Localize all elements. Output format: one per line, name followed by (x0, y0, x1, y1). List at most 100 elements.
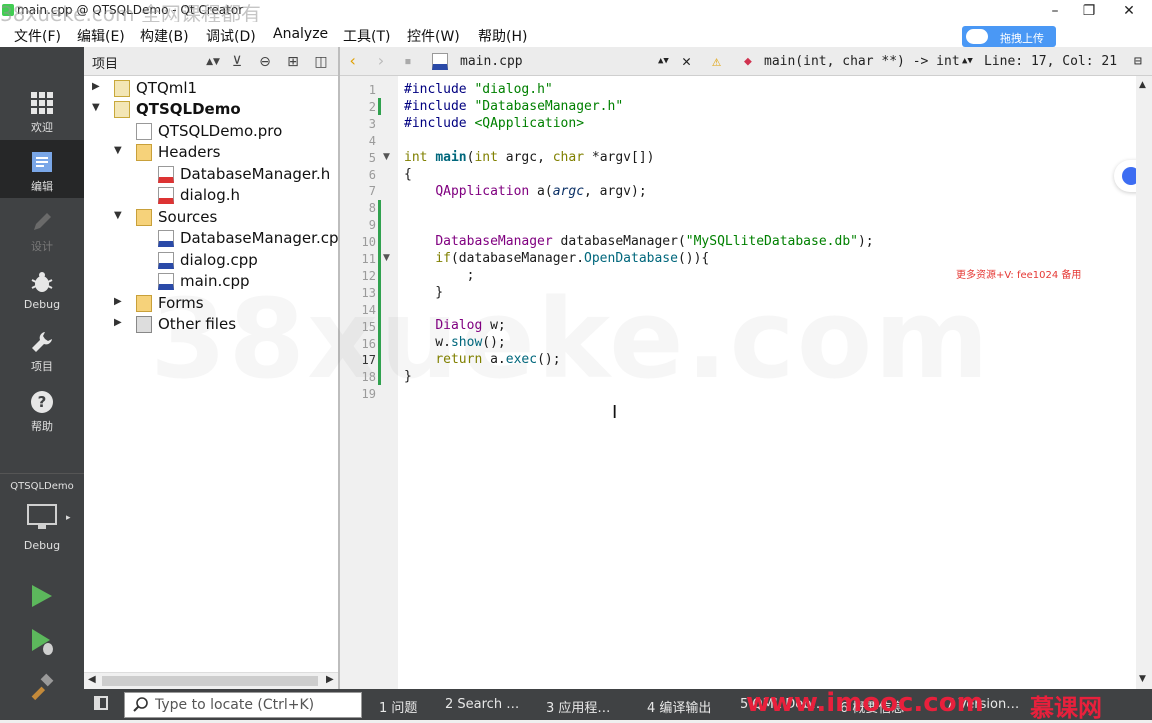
code-line-13: } (404, 285, 444, 300)
menu-analyze[interactable]: Analyze (273, 26, 328, 42)
mode-welcome[interactable]: 欢迎 (0, 81, 84, 139)
projects-toolbar: 项目 ▲▼ ⊻ ⊖ ⊞ ◫ (84, 47, 340, 76)
line-number: 14 (361, 302, 376, 317)
forward-arrow-icon[interactable]: › (376, 51, 386, 70)
line-number: 1 (368, 83, 376, 97)
close-pane-icon[interactable]: ◫ (312, 53, 330, 71)
mode-debug[interactable]: Debug (0, 260, 84, 318)
tree-item-qtqml1[interactable]: ▶ QTQml1 (92, 78, 332, 99)
tree-item-databasemanager-cpp[interactable]: DatabaseManager.cpp (92, 228, 348, 249)
code-line-3: #include <QApplication> (404, 116, 585, 131)
imooc-watermark: www.imooc.com (746, 688, 984, 718)
build-hammer-button[interactable] (28, 673, 56, 701)
menu-help[interactable]: 帮助(H) (478, 26, 527, 46)
expand-arrow-icon[interactable]: ▶ (114, 317, 126, 328)
output-tab-search[interactable]: 2 Search … (445, 697, 519, 712)
editor-toolbar: ‹ › ▪ main.cpp ▲▼ ✕ ⚠ ◆ main(int, char *… (340, 47, 1152, 76)
locator-input[interactable] (155, 696, 355, 714)
close-document-icon[interactable]: ✕ (682, 52, 691, 70)
resource-note: 更多资源+V: fee1024 备用 (956, 270, 1082, 281)
cloud-icon (966, 29, 988, 44)
menu-widgets[interactable]: 控件(W) (407, 26, 460, 46)
mode-help[interactable]: ? 帮助 (0, 380, 84, 438)
editor-vertical-scrollbar[interactable]: ▲ ▼ (1136, 76, 1152, 689)
tree-item-dialog-cpp[interactable]: dialog.cpp (92, 250, 332, 271)
line-number: 19 (361, 387, 376, 402)
output-tab-compile-output[interactable]: 4 编译输出 (647, 697, 711, 716)
line-number: 17 (361, 353, 376, 368)
collapse-arrow-icon[interactable]: ▼ (114, 210, 126, 221)
debug-run-button[interactable] (28, 627, 56, 657)
tree-horizontal-scrollbar[interactable]: ◀ ▶ (84, 672, 340, 689)
fold-marker-icon[interactable]: ▼ (383, 152, 390, 162)
kit-selector[interactable]: ▸ Debug (0, 499, 84, 557)
tree-item-qtsqldemo[interactable]: ▼ QTSQLDemo (92, 99, 332, 120)
cpp-file-icon (158, 252, 174, 269)
code-line-6: { (404, 167, 412, 182)
mode-projects[interactable]: 项目 (0, 320, 84, 378)
projects-view-selector[interactable]: 项目 (92, 53, 118, 72)
output-tab-issues[interactable]: 1 问题 (379, 697, 417, 716)
code-line-17: return a.exec(); (435, 352, 561, 367)
fold-marker-icon[interactable]: ▼ (383, 253, 390, 263)
scroll-thumb[interactable] (102, 676, 318, 686)
minimize-button[interactable]: – (1038, 0, 1072, 22)
change-marker (378, 98, 381, 115)
text-cursor-icon: I (612, 402, 618, 423)
expand-arrow-icon[interactable]: ▶ (92, 81, 104, 92)
drag-upload-button[interactable]: 拖拽上传 (962, 26, 1056, 47)
scroll-down-icon[interactable]: ▼ (1139, 674, 1146, 684)
collapse-arrow-icon[interactable]: ▼ (114, 145, 126, 156)
line-number: 8 (368, 201, 376, 216)
tree-item-databasemanager-h[interactable]: DatabaseManager.h (92, 164, 340, 185)
warning-icon[interactable]: ⚠ (712, 52, 721, 70)
filter-icon[interactable]: ⊻ (228, 53, 246, 71)
header-file-icon (158, 166, 174, 183)
tree-item-sources[interactable]: ▼ Sources (92, 207, 332, 228)
cursor-position[interactable]: Line: 17, Col: 21 (984, 54, 1117, 69)
back-arrow-icon[interactable]: ‹ (348, 51, 358, 70)
symbol-selector[interactable]: main(int, char **) -> int (764, 54, 960, 69)
line-number: 10 (361, 235, 376, 250)
tree-item-pro-file[interactable]: QTSQLDemo.pro (92, 121, 332, 142)
background-watermark: 38xueke.com (150, 275, 991, 403)
view-dropdown-icon[interactable]: ▲▼ (204, 53, 222, 71)
symbol-dropdown-icon[interactable]: ▲▼ (962, 56, 973, 66)
split-editor-icon[interactable]: ⊟ (1134, 54, 1142, 69)
scroll-right-icon[interactable]: ▶ (326, 674, 334, 685)
scroll-up-icon[interactable]: ▲ (1139, 80, 1146, 90)
code-line-15: Dialog w; (435, 318, 506, 333)
split-icon[interactable]: ⊞ (284, 53, 302, 71)
kit-config-label: Debug (23, 539, 61, 552)
menu-file[interactable]: 文件(F) (14, 26, 61, 46)
function-symbol-icon: ◆ (744, 54, 752, 69)
file-dropdown-icon[interactable]: ▲▼ (658, 56, 669, 66)
tree-item-dialog-h[interactable]: dialog.h (92, 185, 332, 206)
expand-arrow-icon[interactable]: ▶ (114, 296, 126, 307)
menu-tools[interactable]: 工具(T) (343, 26, 390, 46)
code-line-16: w.show(); (404, 335, 506, 350)
code-line-5: int main(int argc, char *argv[]) (404, 150, 655, 165)
menu-debug[interactable]: 调试(D) (206, 26, 256, 46)
collapse-arrow-icon[interactable]: ▼ (92, 102, 104, 113)
open-file-selector[interactable]: main.cpp (460, 54, 523, 69)
code-line-18: } (404, 369, 412, 384)
pencil-icon (34, 213, 51, 230)
output-tab-app-output[interactable]: 3 应用程… (546, 697, 610, 716)
mode-design[interactable]: 设计 (0, 200, 84, 258)
monitor-icon (27, 504, 57, 529)
menu-edit[interactable]: 编辑(E) (77, 26, 125, 46)
link-icon[interactable]: ⊖ (256, 53, 274, 71)
menu-build[interactable]: 构建(B) (140, 26, 189, 46)
tree-item-headers[interactable]: ▼ Headers (92, 142, 332, 163)
maximize-button[interactable]: ❐ (1072, 0, 1106, 22)
scroll-left-icon[interactable]: ◀ (88, 674, 96, 685)
qt-project-icon (114, 101, 130, 118)
cpp-file-icon (432, 53, 448, 70)
change-marker (378, 200, 381, 385)
locator-box[interactable] (124, 692, 362, 718)
close-button[interactable]: ✕ (1112, 0, 1146, 22)
mode-edit[interactable]: 编辑 (0, 140, 84, 198)
toggle-sidebar-icon[interactable] (94, 696, 108, 710)
run-button[interactable] (28, 583, 54, 609)
